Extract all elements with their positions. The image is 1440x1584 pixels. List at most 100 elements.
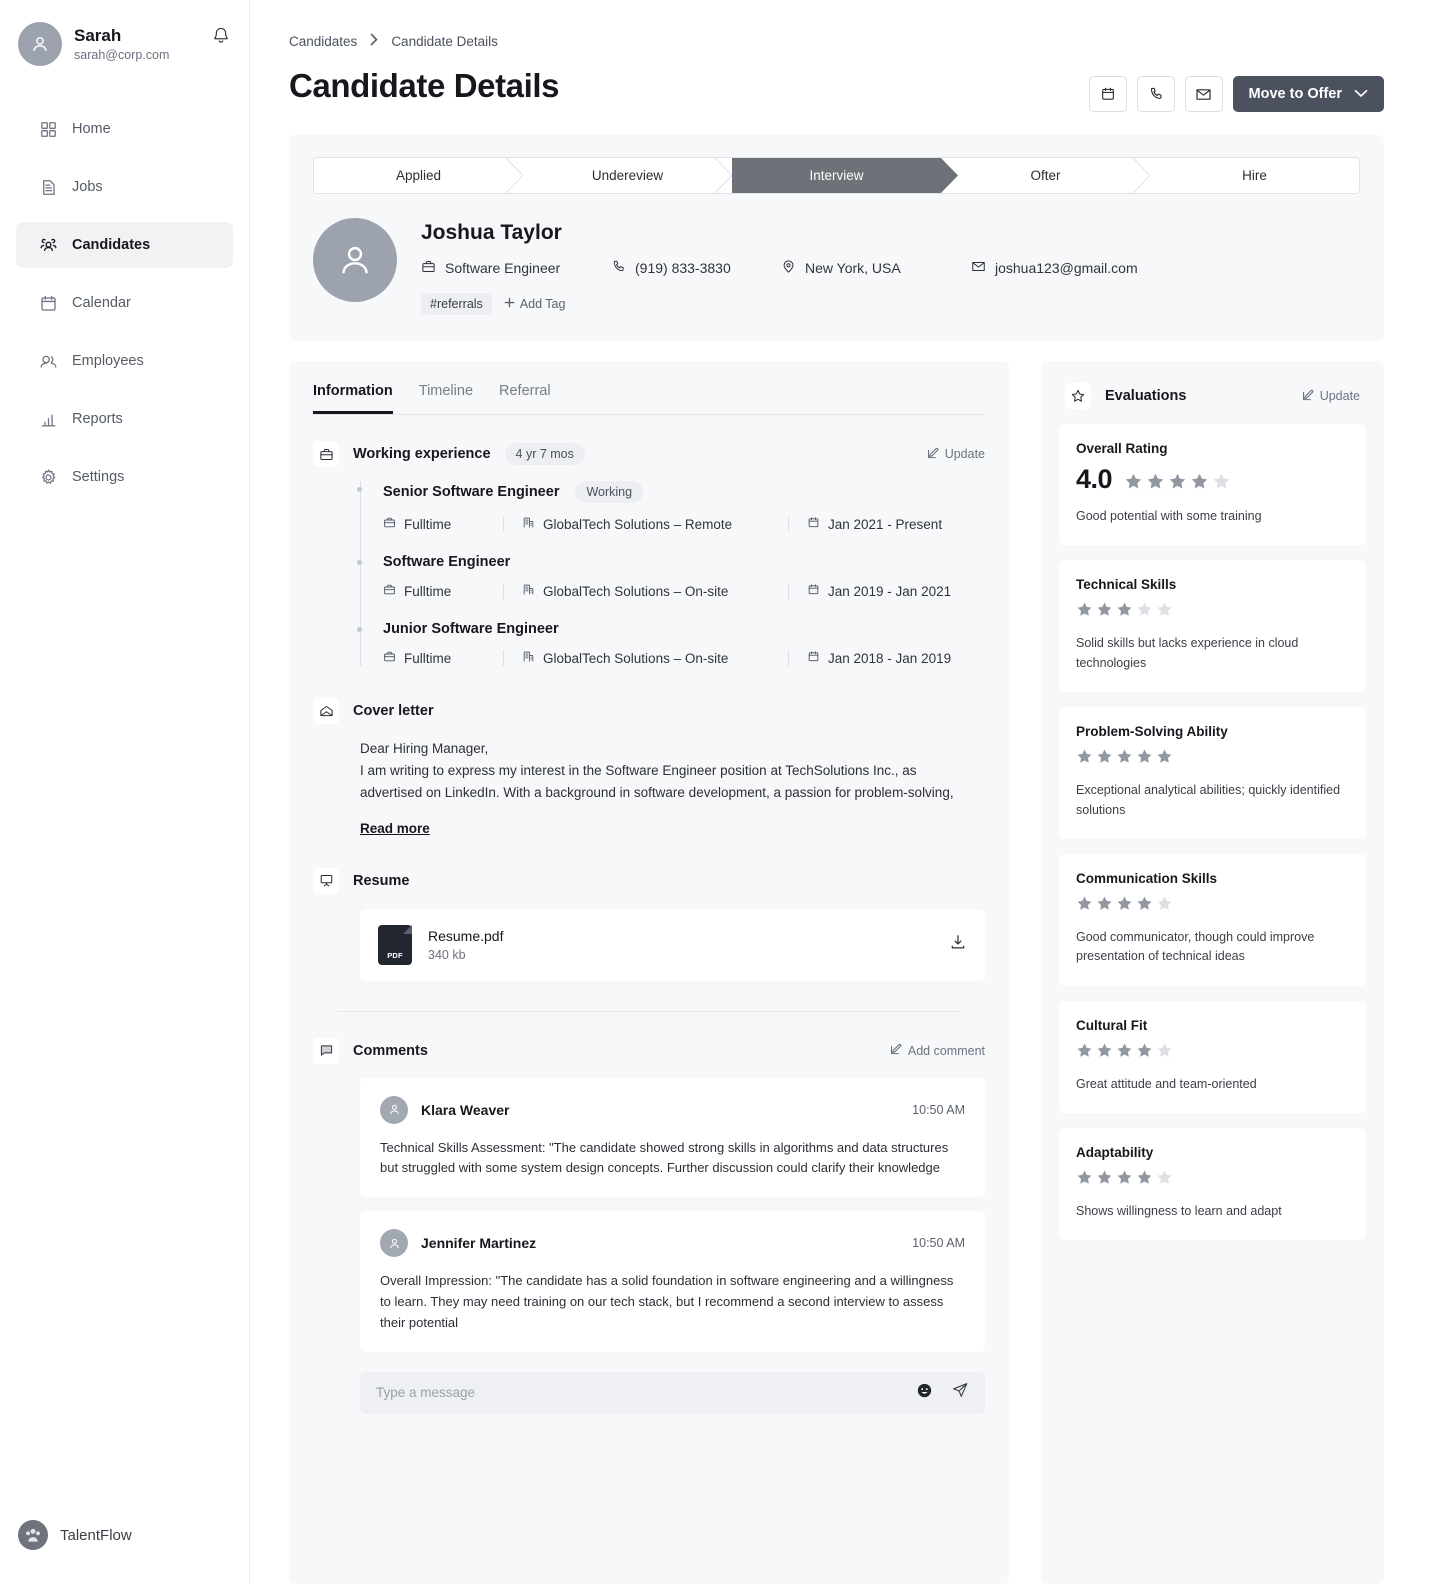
evaluation-note: Good communicator, though could improve … — [1076, 929, 1315, 964]
star-icon[interactable] — [1096, 601, 1113, 623]
sidebar-item-calendar[interactable]: Calendar — [16, 280, 233, 326]
stage-applied[interactable]: Applied — [314, 158, 524, 193]
divider — [503, 583, 504, 599]
star-icon[interactable] — [1096, 1042, 1113, 1064]
divider — [788, 650, 789, 666]
star-icon[interactable] — [1076, 1169, 1093, 1191]
schedule-button[interactable] — [1088, 76, 1127, 112]
evaluation-note: Great attitude and team-oriented — [1076, 1076, 1257, 1091]
star-icon[interactable] — [1212, 472, 1231, 496]
pdf-badge-text: PDF — [387, 950, 403, 960]
star-icon[interactable] — [1076, 601, 1093, 623]
send-icon[interactable] — [947, 1381, 969, 1404]
star-icon[interactable] — [1116, 748, 1133, 770]
document-icon — [38, 177, 58, 197]
building-icon — [522, 583, 535, 599]
star-icon[interactable] — [1136, 895, 1153, 917]
calendar-icon — [38, 293, 58, 313]
star-icon[interactable] — [1124, 472, 1143, 496]
calendar-icon — [807, 583, 820, 599]
email-button[interactable] — [1184, 76, 1223, 112]
add-comment-label: Add comment — [907, 1043, 985, 1058]
add-tag-button[interactable]: Add Tag — [504, 297, 565, 311]
star-icon[interactable] — [1096, 748, 1113, 770]
star-icon[interactable] — [1136, 1042, 1153, 1064]
stage-interview[interactable]: Interview — [732, 158, 958, 193]
star-icon[interactable] — [1136, 1169, 1153, 1191]
star-rating[interactable] — [1076, 748, 1349, 770]
star-icon[interactable] — [1096, 1169, 1113, 1191]
talentflow-logo-icon — [18, 1520, 48, 1550]
sidebar-item-reports[interactable]: Reports — [16, 396, 233, 442]
read-more-link[interactable]: Read more — [360, 821, 430, 836]
tab-referral[interactable]: Referral — [499, 383, 551, 414]
evaluation-name: Adaptability — [1076, 1145, 1154, 1160]
tag-chip[interactable]: #referrals — [421, 293, 492, 315]
update-evaluations-button[interactable]: Update — [1302, 389, 1360, 404]
evaluation-note: Shows willingness to learn and adapt — [1076, 1204, 1282, 1218]
stage-offer[interactable]: Ofter — [941, 158, 1151, 193]
main-content: Candidates Candidate Details Candidate D… — [250, 0, 1440, 1584]
call-button[interactable] — [1136, 76, 1175, 112]
breadcrumb-parent[interactable]: Candidates — [289, 34, 357, 49]
star-rating[interactable] — [1076, 1169, 1349, 1191]
star-rating[interactable] — [1124, 472, 1231, 496]
star-icon[interactable] — [1116, 1042, 1133, 1064]
comment-text: Overall Impression: "The candidate has a… — [380, 1273, 954, 1330]
briefcase-icon — [421, 259, 436, 277]
add-comment-button[interactable]: Add comment — [890, 1043, 985, 1058]
evaluation-card: Technical Skills Solid skills but lacks … — [1059, 560, 1366, 693]
sidebar-user-block[interactable]: Sarah sarah@corp.com — [0, 0, 249, 66]
emoji-icon[interactable] — [916, 1382, 933, 1404]
page-header: Candidate Details Move to Offer — [289, 67, 1384, 112]
download-icon[interactable] — [949, 933, 967, 956]
sidebar-item-settings[interactable]: Settings — [16, 454, 233, 500]
star-icon[interactable] — [1076, 748, 1093, 770]
job-company: GlobalTech Solutions – On-site — [522, 583, 770, 599]
star-icon[interactable] — [1156, 748, 1173, 770]
working-experience-title: Working experience — [353, 446, 491, 462]
star-rating[interactable] — [1076, 601, 1349, 623]
star-icon[interactable] — [1116, 601, 1133, 623]
star-rating[interactable] — [1076, 1042, 1349, 1064]
star-icon[interactable] — [1076, 1042, 1093, 1064]
star-icon[interactable] — [1116, 895, 1133, 917]
star-icon[interactable] — [1076, 895, 1093, 917]
star-icon[interactable] — [1156, 601, 1173, 623]
update-experience-button[interactable]: Update — [927, 447, 985, 462]
star-icon[interactable] — [1116, 1169, 1133, 1191]
divider — [503, 650, 504, 666]
message-input[interactable] — [376, 1385, 902, 1401]
star-icon[interactable] — [1096, 895, 1113, 917]
resume-file-card[interactable]: PDF Resume.pdf 340 kb — [360, 908, 985, 981]
star-icon[interactable] — [1146, 472, 1165, 496]
tab-information[interactable]: Information — [313, 383, 393, 414]
star-icon[interactable] — [1156, 1169, 1173, 1191]
star-icon[interactable] — [1168, 472, 1187, 496]
star-icon[interactable] — [1190, 472, 1209, 496]
comment-item: Klara Weaver 10:50 AM Technical Skills A… — [360, 1077, 985, 1198]
comment-composer[interactable] — [360, 1371, 985, 1414]
sidebar-item-home[interactable]: Home — [16, 106, 233, 152]
move-to-offer-button[interactable]: Move to Offer — [1232, 76, 1384, 112]
stage-hire[interactable]: Hire — [1150, 158, 1359, 193]
sidebar-item-employees[interactable]: Employees — [16, 338, 233, 384]
sidebar-item-jobs[interactable]: Jobs — [16, 164, 233, 210]
comment-author: Klara Weaver — [421, 1101, 510, 1118]
cover-letter-title: Cover letter — [353, 703, 434, 719]
sidebar-item-candidates[interactable]: Candidates — [16, 222, 233, 268]
sidebar-nav: Home Jobs Candidates Calendar Employees … — [0, 100, 249, 506]
job-company: GlobalTech Solutions – On-site — [522, 650, 770, 666]
star-icon[interactable] — [1156, 1042, 1173, 1064]
star-rating[interactable] — [1076, 895, 1349, 917]
star-icon[interactable] — [1136, 601, 1153, 623]
job-type-label: Fulltime — [404, 583, 452, 599]
star-icon[interactable] — [1136, 748, 1153, 770]
brand-logo[interactable]: TalentFlow — [0, 1520, 249, 1550]
bell-icon[interactable] — [211, 25, 231, 64]
stage-undereview[interactable]: Undereview — [523, 158, 733, 193]
star-icon[interactable] — [1156, 895, 1173, 917]
edit-icon — [1302, 389, 1314, 404]
tab-timeline[interactable]: Timeline — [419, 383, 473, 414]
job-meta: Fulltime GlobalTech Solutions – Remote J… — [383, 516, 985, 532]
